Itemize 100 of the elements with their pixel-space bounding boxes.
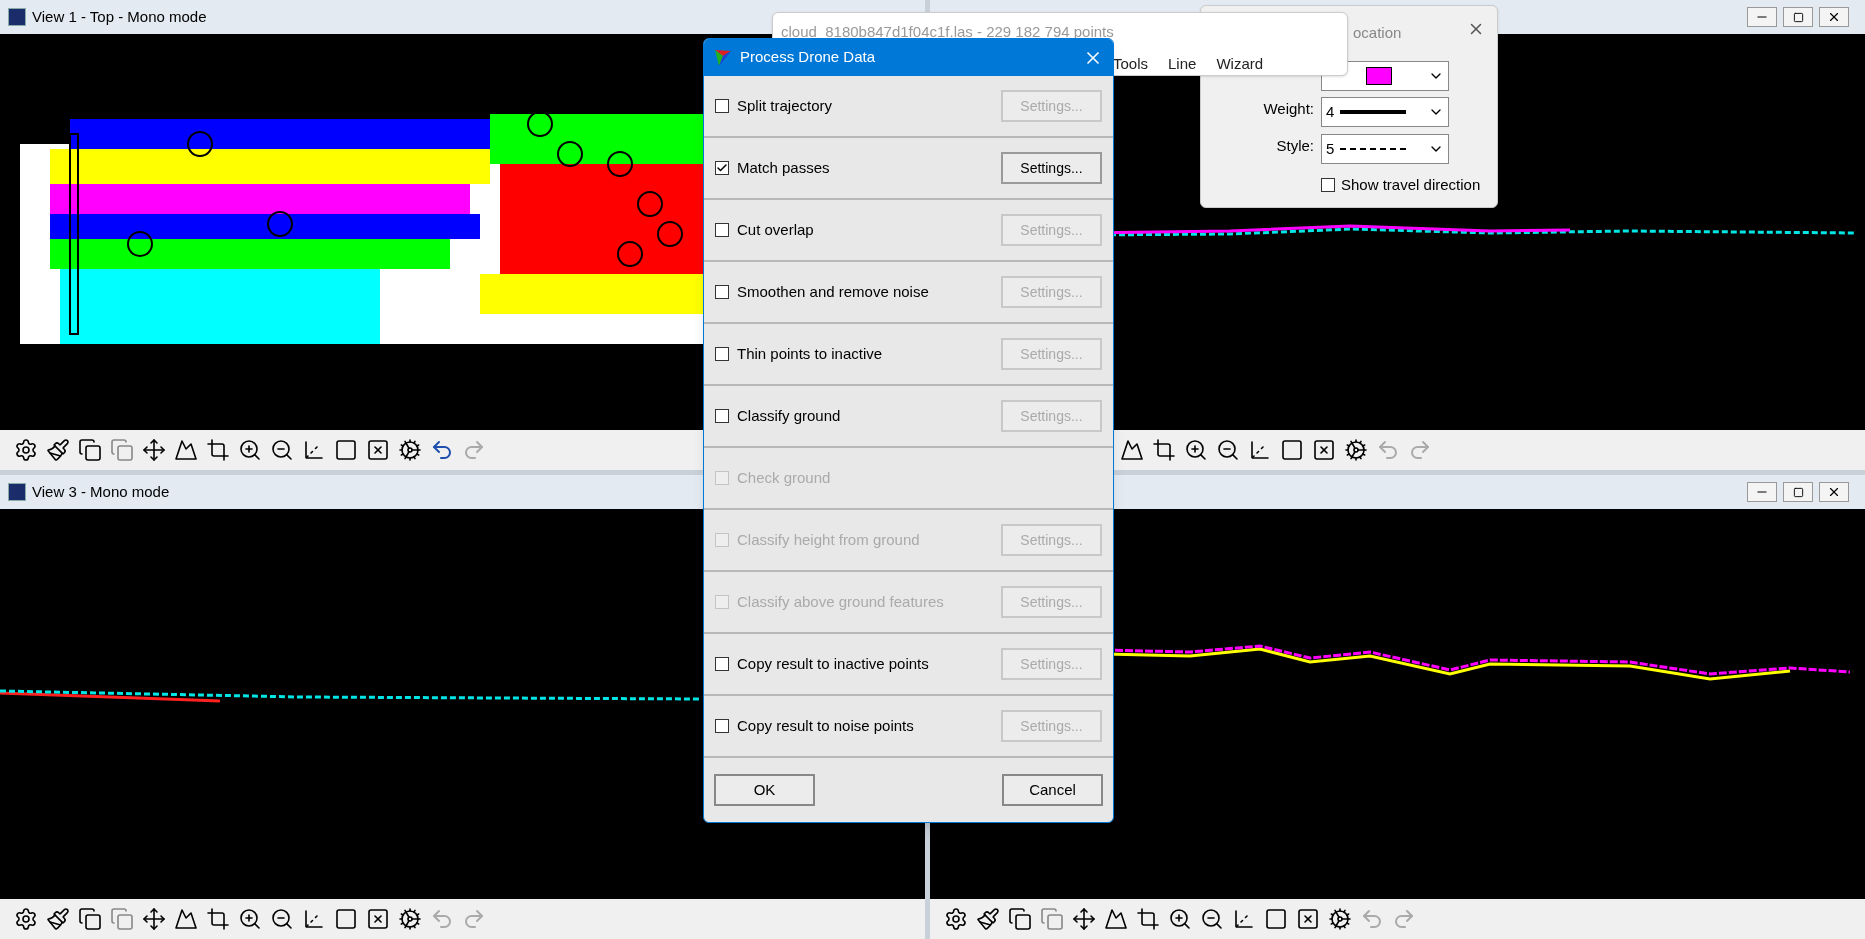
app-icon — [8, 483, 26, 501]
dialog-button[interactable]: OK — [714, 774, 815, 806]
checkbox[interactable] — [715, 223, 729, 237]
axis-icon[interactable] — [302, 907, 326, 931]
checkbox[interactable] — [715, 409, 729, 423]
cog-icon[interactable] — [1328, 907, 1352, 931]
move-icon[interactable] — [142, 438, 166, 462]
settings-button[interactable]: Settings... — [1001, 276, 1102, 308]
crop-icon[interactable] — [206, 907, 230, 931]
field-label: Style: — [1276, 136, 1314, 156]
box-icon[interactable] — [366, 907, 390, 931]
settings-button[interactable]: Settings... — [1001, 710, 1102, 742]
settings-button[interactable]: Settings... — [1001, 152, 1102, 184]
option-label: Check ground — [737, 467, 831, 488]
frame-icon[interactable] — [334, 438, 358, 462]
option-label: Smoothen and remove noise — [737, 281, 929, 302]
menu-item[interactable]: Line — [1168, 53, 1197, 76]
frame-icon[interactable] — [1264, 907, 1288, 931]
copy-icon[interactable] — [1008, 907, 1032, 931]
crop-icon[interactable] — [1152, 438, 1176, 462]
mountain-icon[interactable] — [1104, 907, 1128, 931]
mountain-icon[interactable] — [1120, 438, 1144, 462]
box-icon[interactable] — [1296, 907, 1320, 931]
move-icon[interactable] — [1072, 907, 1096, 931]
option-label: Match passes — [737, 157, 830, 178]
settings-button[interactable]: Settings... — [1001, 338, 1102, 370]
close-icon — [1827, 10, 1841, 24]
cog-icon[interactable] — [1344, 438, 1368, 462]
option-label: Thin points to inactive — [737, 343, 883, 364]
checkbox[interactable] — [715, 719, 729, 733]
zoom-in-icon[interactable] — [1168, 907, 1192, 931]
zoom-in-icon[interactable] — [238, 438, 262, 462]
brush-icon[interactable] — [976, 907, 1000, 931]
zoom-out-icon[interactable] — [1200, 907, 1224, 931]
dialog-button[interactable]: Cancel — [1002, 774, 1103, 806]
checkbox[interactable] — [715, 161, 729, 175]
settings-icon[interactable] — [944, 907, 968, 931]
checkbox[interactable] — [715, 285, 729, 299]
copy-icon[interactable] — [78, 438, 102, 462]
zoom-in-icon[interactable] — [238, 907, 262, 931]
close-button[interactable] — [1819, 7, 1849, 27]
dialog-title: Process Drone Data — [740, 47, 876, 68]
undo-icon[interactable] — [430, 438, 454, 462]
settings-button[interactable]: Settings... — [1001, 400, 1102, 432]
minimize-button[interactable] — [1747, 7, 1777, 27]
settings-icon[interactable] — [14, 907, 38, 931]
checkbox[interactable] — [715, 657, 729, 671]
checkbox[interactable] — [715, 347, 729, 361]
axis-icon[interactable] — [302, 438, 326, 462]
settings-button[interactable]: Settings... — [1001, 214, 1102, 246]
field-label: Weight: — [1263, 99, 1314, 119]
option-label: Copy result to inactive points — [737, 653, 929, 674]
option-label: Copy result to noise points — [737, 715, 914, 736]
app-icon — [8, 8, 26, 26]
menu-item[interactable]: Tools — [1113, 53, 1149, 76]
minimize-button[interactable] — [1747, 482, 1777, 502]
window-title: View 3 - Mono mode — [32, 481, 170, 502]
crop-icon[interactable] — [1136, 907, 1160, 931]
menu-item[interactable]: Wizard — [1216, 53, 1264, 76]
move-icon[interactable] — [142, 907, 166, 931]
frame-icon[interactable] — [1280, 438, 1304, 462]
close-icon — [1827, 485, 1841, 499]
maximize-button[interactable] — [1783, 482, 1813, 502]
zoom-in-icon[interactable] — [1184, 438, 1208, 462]
axis-icon[interactable] — [1248, 438, 1272, 462]
popup-title: ocation — [1353, 23, 1402, 43]
cog-icon[interactable] — [398, 438, 422, 462]
settings-icon[interactable] — [14, 438, 38, 462]
maximize-icon — [1792, 11, 1804, 23]
cog-icon[interactable] — [398, 907, 422, 931]
box-icon[interactable] — [1312, 438, 1336, 462]
maximize-button[interactable] — [1783, 7, 1813, 27]
zoom-out-icon[interactable] — [1216, 438, 1240, 462]
brush-icon[interactable] — [46, 438, 70, 462]
frame-icon[interactable] — [334, 907, 358, 931]
mountain-icon[interactable] — [174, 907, 198, 931]
crop-icon[interactable] — [206, 438, 230, 462]
settings-button[interactable]: Settings... — [1001, 90, 1102, 122]
window-title: View 1 - Top - Mono mode — [32, 6, 207, 27]
window-title: cloud_8180b847d1f04c1f.las - 229 182 794 points — [781, 22, 1114, 42]
copy-icon[interactable] — [78, 907, 102, 931]
maximize-icon — [1792, 486, 1804, 498]
logo-icon — [714, 48, 732, 67]
box-icon[interactable] — [366, 438, 390, 462]
style-dropdown[interactable]: 5 — [1321, 134, 1449, 164]
line-style-sample — [1340, 148, 1407, 150]
axis-icon[interactable] — [1232, 907, 1256, 931]
settings-button[interactable]: Settings... — [1001, 648, 1102, 680]
zoom-out-icon[interactable] — [270, 907, 294, 931]
zoom-out-icon[interactable] — [270, 438, 294, 462]
option-label: Cut overlap — [737, 219, 814, 240]
option-label: Classify height from ground — [737, 529, 920, 550]
weight-dropdown[interactable]: 4 — [1321, 97, 1449, 127]
checkbox[interactable] — [1321, 178, 1335, 193]
mountain-icon[interactable] — [174, 438, 198, 462]
option-label: Split trajectory — [737, 95, 833, 116]
option-label: Classify ground — [737, 405, 841, 426]
close-button[interactable] — [1819, 482, 1849, 502]
checkbox[interactable] — [715, 99, 729, 113]
brush-icon[interactable] — [46, 907, 70, 931]
